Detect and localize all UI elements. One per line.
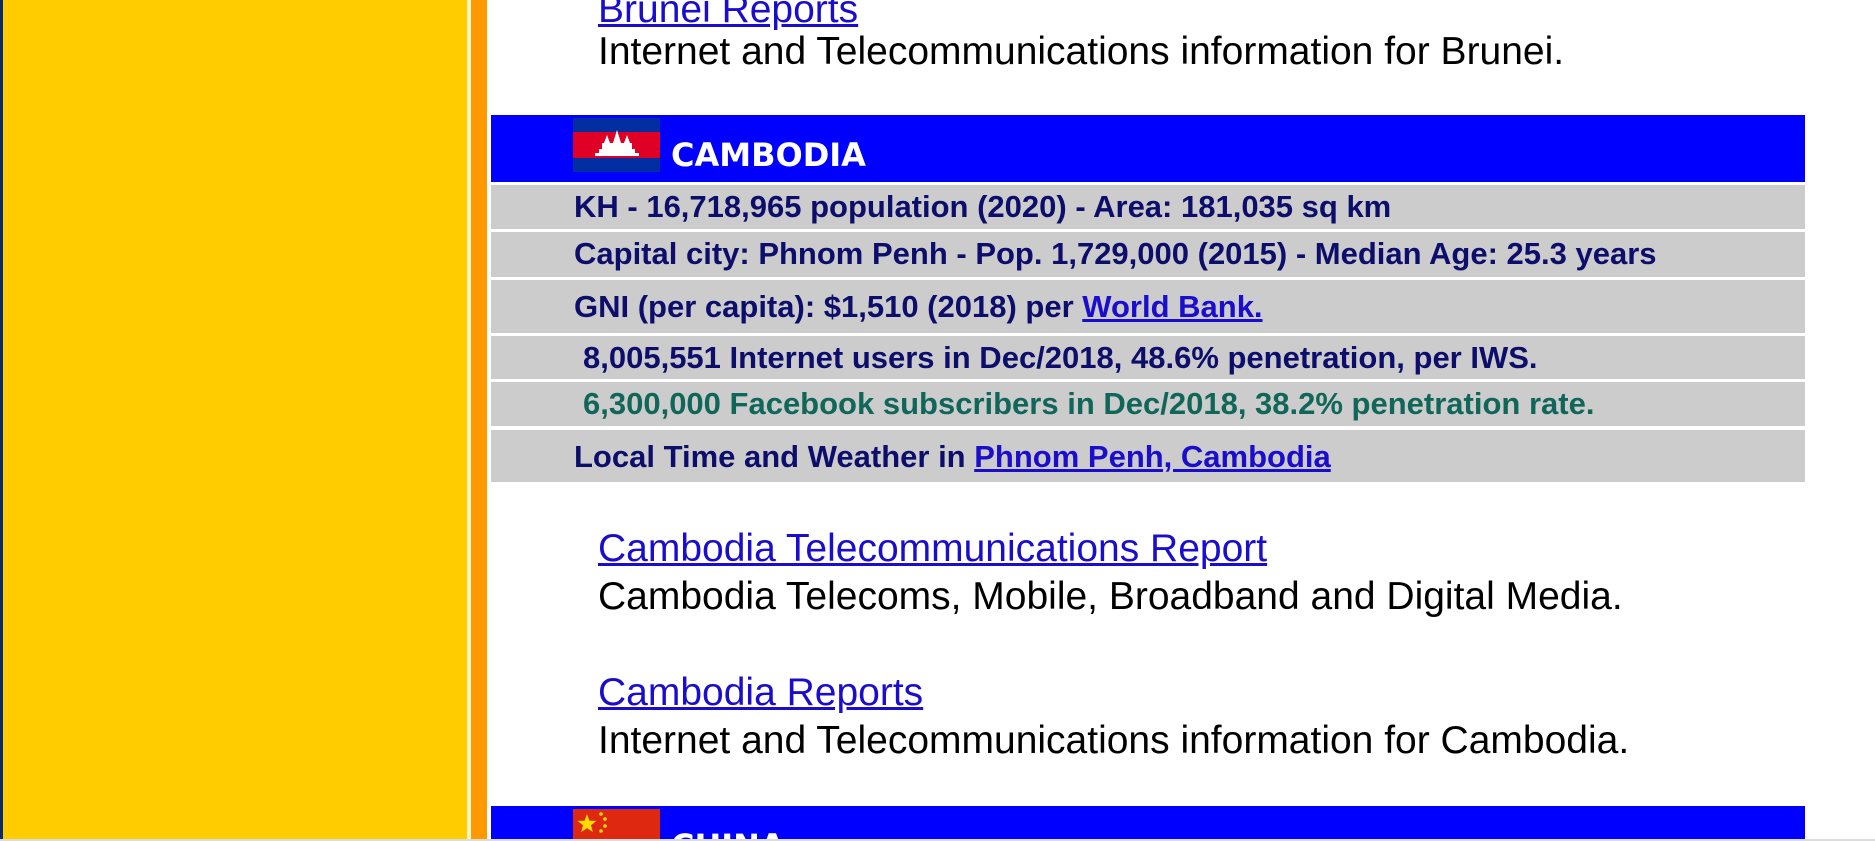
- cambodia-reports-description: Internet and Telecommunications informat…: [598, 719, 1630, 762]
- brunei-reports-link[interactable]: Brunei Reports: [598, 0, 858, 29]
- cambodia-local-time-label: Local Time and Weather in: [574, 439, 975, 474]
- cambodia-reports-link[interactable]: Cambodia Reports: [598, 673, 923, 712]
- cambodia-capital-text: Capital city: Phnom Penh - Pop. 1,729,00…: [574, 236, 1657, 271]
- cambodia-facebook-text: 6,300,000 Facebook subscribers in Dec/20…: [583, 386, 1595, 421]
- china-header: CHINA: [491, 806, 1805, 841]
- cambodia-local-time-text: Local Time and Weather in Phnom Penh, Ca…: [574, 441, 1331, 472]
- cambodia-facebook-row: 6,300,000 Facebook subscribers in Dec/20…: [491, 382, 1805, 426]
- cambodia-internet-users-text: 8,005,551 Internet users in Dec/2018, 48…: [583, 340, 1538, 375]
- cambodia-capital-row: Capital city: Phnom Penh - Pop. 1,729,00…: [491, 232, 1805, 277]
- cambodia-telecom-report-link[interactable]: Cambodia Telecommunications Report: [598, 529, 1267, 568]
- phnom-penh-weather-link[interactable]: Phnom Penh, Cambodia: [974, 439, 1331, 474]
- cambodia-population-text: KH - 16,718,965 population (2020) - Area…: [574, 189, 1392, 224]
- cambodia-local-time-row: Local Time and Weather in Phnom Penh, Ca…: [491, 430, 1805, 482]
- cambodia-internet-row: 8,005,551 Internet users in Dec/2018, 48…: [491, 336, 1805, 379]
- cambodia-gni-label: GNI (per capita): $1,510 (2018) per: [574, 289, 1083, 324]
- cambodia-gni-text: GNI (per capita): $1,510 (2018) per Worl…: [574, 291, 1263, 322]
- cambodia-population-row: KH - 16,718,965 population (2020) - Area…: [491, 185, 1805, 229]
- cambodia-flag-icon: [573, 118, 660, 172]
- china-flag-icon: [573, 809, 660, 841]
- cambodia-gni-row: GNI (per capita): $1,510 (2018) per Worl…: [491, 280, 1805, 333]
- sidebar-orange-stripe: [471, 0, 487, 841]
- cambodia-telecom-report-description: Cambodia Telecoms, Mobile, Broadband and…: [598, 575, 1623, 618]
- left-sidebar: [3, 0, 469, 841]
- world-bank-link[interactable]: World Bank.: [1082, 289, 1262, 324]
- cambodia-header: CAMBODIA: [491, 115, 1805, 182]
- brunei-reports-description: Internet and Telecommunications informat…: [598, 30, 1565, 73]
- cambodia-country-name: CAMBODIA: [671, 136, 866, 174]
